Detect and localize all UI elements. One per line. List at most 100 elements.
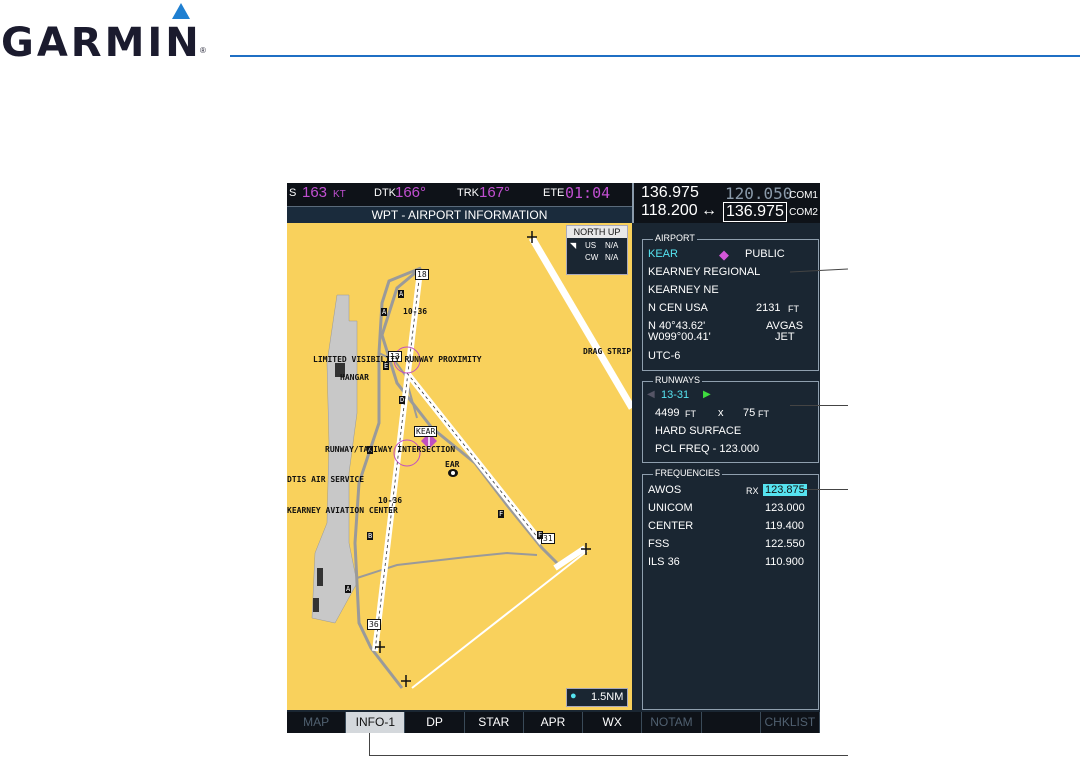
- airport-group: AIRPORT KEAR ◆ PUBLIC KEARNEY REGIONAL K…: [642, 233, 819, 371]
- ear-label: EAR: [445, 460, 460, 469]
- taxiway-a-tag: A: [398, 290, 405, 298]
- cw-value: N/A: [605, 253, 619, 262]
- prev-runway-arrow-icon[interactable]: ◀: [647, 389, 655, 400]
- frequencies-group: FREQUENCIES AWOS RX 123.875 UNICOM 123.0…: [642, 468, 819, 710]
- softkey-info-1[interactable]: INFO-1: [346, 712, 406, 733]
- ete-value: 01:04: [565, 184, 611, 202]
- hangar-block: [317, 568, 323, 586]
- runway-36-tag: 36: [367, 619, 381, 630]
- mfd-screen: S 163 KT DTK 166° TRK 167° ETE 01:04 WPT…: [287, 183, 820, 733]
- runways-section-title: RUNWAYS: [653, 375, 702, 385]
- runway-x: x: [718, 407, 724, 419]
- freq-value[interactable]: 119.400: [765, 520, 804, 532]
- airport-city: KEARNEY NE: [648, 284, 719, 296]
- com1-label: COM1: [789, 190, 818, 201]
- airport-name: KEARNEY REGIONAL: [648, 266, 761, 278]
- airport-section-title: AIRPORT: [653, 233, 697, 243]
- runway-length-unit: FT: [685, 409, 696, 419]
- freq-name: AWOS: [648, 484, 682, 496]
- runway-18-tag: 18: [415, 269, 429, 280]
- garmin-triangle-icon: [172, 3, 190, 19]
- freq-value[interactable]: 110.900: [765, 556, 804, 568]
- ete-label: ETE: [543, 187, 565, 199]
- wind-arrow-icon: ◥: [570, 241, 577, 250]
- dtk-label: DTK: [374, 187, 396, 199]
- softkey-apr[interactable]: APR: [524, 712, 584, 733]
- trk-value: 167°: [479, 184, 511, 201]
- freq-value[interactable]: 123.000: [765, 502, 805, 514]
- callout-line-softkey: [369, 755, 848, 756]
- freq-value[interactable]: 122.550: [765, 538, 805, 550]
- softkey-dp[interactable]: DP: [405, 712, 465, 733]
- north-up-label: NORTH UP: [567, 226, 627, 238]
- softkey-notam[interactable]: NOTAM: [642, 712, 702, 733]
- taxiway-a-tag: A: [345, 585, 352, 593]
- map-range-box[interactable]: ● 1.5NM: [566, 688, 628, 707]
- softkey-blank[interactable]: [702, 712, 761, 733]
- airport-region: N CEN USA: [648, 302, 708, 314]
- fuel-jet: JET: [775, 331, 795, 343]
- kear-tag: KEAR: [414, 426, 438, 437]
- freq-name: CENTER: [648, 520, 694, 532]
- runway-pcl-freq: PCL FREQ - 123.000: [655, 443, 760, 455]
- awos-freq-selected[interactable]: 123.875: [763, 484, 807, 496]
- public-airport-icon: ◆: [719, 247, 729, 262]
- dtis-label: DTIS AIR SERVICE: [287, 475, 365, 484]
- airport-elevation: 2131: [756, 302, 781, 314]
- gs-unit: KT: [333, 189, 346, 200]
- softkey-chklist[interactable]: CHKLIST: [761, 712, 820, 733]
- com2-label: COM2: [789, 207, 818, 218]
- com1-standby-freq[interactable]: 120.050: [725, 184, 792, 203]
- com-radio-box: 136.975 120.050 COM1 118.200 ↔ 136.975 C…: [632, 183, 820, 223]
- garmin-logo: GARMIN ®: [0, 0, 220, 66]
- header-rule: [230, 55, 1080, 57]
- garmin-wordmark: GARMIN: [1, 20, 202, 66]
- freq-name: ILS 36: [648, 556, 680, 568]
- zoom-icon: ●: [570, 690, 577, 702]
- com2-standby-freq[interactable]: 136.975: [723, 202, 787, 222]
- callout-line-softkey-vertical: [369, 733, 370, 755]
- taxiway-f-tag: F: [498, 510, 505, 518]
- taxiway-f-tag: F: [537, 531, 544, 539]
- runway-length: 4499: [655, 407, 680, 419]
- elevation-unit: FT: [788, 304, 799, 314]
- softkey-bar: MAP INFO-1 DP STAR APR WX NOTAM CHKLIST: [287, 712, 820, 733]
- softkey-map[interactable]: MAP: [287, 712, 347, 733]
- runway-label-10-36: 10-36: [403, 307, 428, 316]
- limited-visibility-label: LIMITED VISIBILITY RUNWAY PROXIMITY: [313, 355, 482, 364]
- taxiway-a-tag: A: [381, 308, 388, 316]
- runway-width: 75: [743, 407, 756, 419]
- freq-name: FSS: [648, 538, 670, 550]
- airport-timezone: UTC-6: [648, 350, 681, 362]
- dtk-value: 166°: [395, 184, 427, 201]
- runway-label-10-36b: 10-36: [378, 496, 403, 505]
- runway-width-unit: FT: [758, 409, 769, 419]
- map-orientation-box[interactable]: NORTH UP ◥ US N/A CW N/A: [566, 225, 628, 275]
- airport-type: PUBLIC: [745, 248, 785, 260]
- softkey-star[interactable]: STAR: [465, 712, 524, 733]
- map-range: 1.5NM: [591, 691, 624, 703]
- hangar-label: HANGAR: [340, 373, 369, 382]
- cw-label: CW: [585, 253, 599, 262]
- runway-end-cross-icon: [375, 231, 591, 687]
- callout-line-runways: [790, 405, 848, 406]
- registered-mark: ®: [200, 46, 206, 55]
- runways-group: RUNWAYS ◀ 13-31 ▶ 4499 FT x 75 FT HARD S…: [642, 375, 819, 463]
- taxiway-b-tag: B: [367, 532, 374, 540]
- swap-arrow-icon: ↔: [701, 202, 717, 219]
- runway-taxiway-intersection-label: RUNWAY/TAXIWAY INTERSECTION: [325, 445, 456, 454]
- next-runway-arrow-icon[interactable]: ▶: [703, 389, 711, 400]
- gs-value: 163: [302, 184, 328, 201]
- com2-active-freq[interactable]: 118.200: [641, 202, 698, 219]
- taxiway-d-tag: D: [399, 396, 406, 404]
- com1-active-freq[interactable]: 136.975: [641, 184, 699, 201]
- airport-ident[interactable]: KEAR: [648, 248, 678, 260]
- runway-selector[interactable]: 13-31: [661, 389, 689, 401]
- airport-longitude: W099°00.41': [648, 331, 711, 343]
- map-graphics: [311, 231, 632, 689]
- airport-map[interactable]: NORTH UP ◥ US N/A CW N/A 18 13 36 31 A A…: [287, 223, 632, 710]
- softkey-wx[interactable]: WX: [583, 712, 643, 733]
- runway-surface: HARD SURFACE: [655, 425, 742, 437]
- callout-line-frequencies: [800, 489, 848, 490]
- beacon-icon: [448, 469, 458, 477]
